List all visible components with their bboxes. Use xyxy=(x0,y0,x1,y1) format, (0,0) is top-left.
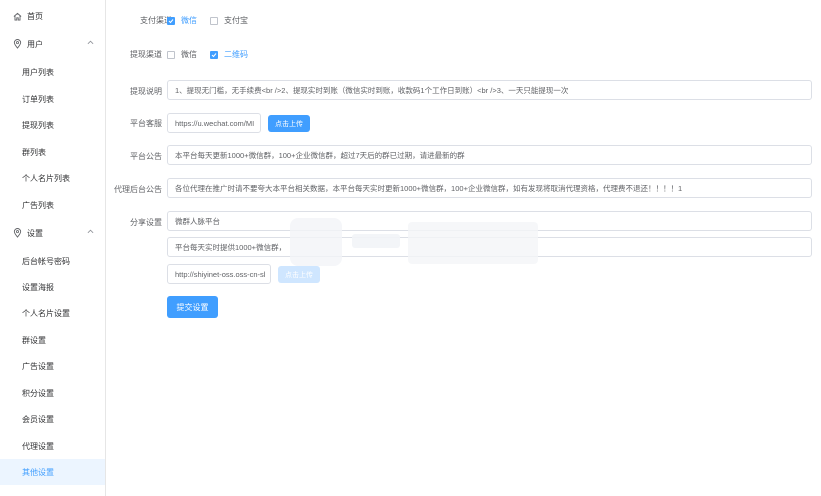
pay-channel-label: 支付渠道 xyxy=(140,16,172,25)
checkbox-label: 支付宝 xyxy=(224,16,248,25)
sidebar-item-label: 会员设置 xyxy=(22,414,54,424)
location-icon xyxy=(12,39,22,49)
platform-notice-label: 平台公告 xyxy=(130,152,162,161)
sidebar-item-label: 广告设置 xyxy=(22,361,54,371)
sidebar-group-label: 设置 xyxy=(27,228,43,238)
chevron-up-icon xyxy=(87,228,95,236)
sidebar-item-card-settings[interactable]: 个人名片设置 xyxy=(0,300,105,326)
platform-service-upload-button[interactable]: 点击上传 xyxy=(268,115,310,132)
sidebar-item-card-list[interactable]: 个人名片列表 xyxy=(0,165,105,191)
submit-settings-button[interactable]: 提交设置 xyxy=(167,296,218,318)
pay-channel-alipay-checkbox[interactable]: 支付宝 xyxy=(210,15,248,26)
home-icon xyxy=(12,11,22,21)
checkbox-label: 微信 xyxy=(181,16,197,25)
sidebar-item-label: 首页 xyxy=(27,11,43,21)
share-image-url-input[interactable]: http://shiyinet-oss.oss-cn-sl xyxy=(167,264,271,284)
withdraw-channel-wechat-checkbox[interactable]: 微信 xyxy=(167,49,197,60)
sidebar-item-user-list[interactable]: 用户列表 xyxy=(0,59,105,85)
sidebar-item-home[interactable]: 首页 xyxy=(0,3,105,29)
sidebar-item-points-settings[interactable]: 积分设置 xyxy=(0,380,105,406)
sidebar-item-label: 设置海报 xyxy=(22,282,54,292)
share-desc-input[interactable]: 平台每天实时提供1000+微信群， xyxy=(167,237,812,257)
withdraw-channel-qrcode-checkbox[interactable]: 二维码 xyxy=(210,49,248,60)
sidebar-item-label: 个人名片列表 xyxy=(22,173,70,183)
checkbox-label: 二维码 xyxy=(224,50,248,59)
sidebar-item-label: 代理设置 xyxy=(22,441,54,451)
agent-notice-label: 代理后台公告 xyxy=(114,185,162,194)
checkbox-label: 微信 xyxy=(181,50,197,59)
sidebar-item-label: 个人名片设置 xyxy=(22,308,70,318)
sidebar-item-ad-list[interactable]: 广告列表 xyxy=(0,192,105,218)
sidebar-item-label: 群设置 xyxy=(22,335,46,345)
sidebar-item-other-settings[interactable]: 其他设置 xyxy=(0,459,105,485)
sidebar-item-order-list[interactable]: 订单列表 xyxy=(0,86,105,112)
sidebar-item-label: 后台帐号密码 xyxy=(22,256,70,266)
share-title-input[interactable]: 微群人脉平台 xyxy=(167,211,812,231)
sidebar-group-settings[interactable]: 设置 xyxy=(0,220,105,246)
checkbox-box xyxy=(210,16,218,25)
sidebar-item-label: 提现列表 xyxy=(22,120,54,130)
sidebar-item-ad-settings[interactable]: 广告设置 xyxy=(0,353,105,379)
sidebar-group-user[interactable]: 用户 xyxy=(0,31,105,57)
sidebar-item-label: 其他设置 xyxy=(22,467,54,477)
sidebar: 首页 用户 用户列表 订单列表 提现列表 群列表 个人名片列表 广告列表 设置 … xyxy=(0,0,106,496)
sidebar-item-label: 用户列表 xyxy=(22,67,54,77)
checkbox-box xyxy=(167,50,175,59)
withdraw-channel-label: 提现渠道 xyxy=(130,50,162,59)
agent-notice-input[interactable]: 各位代理在推广时请不要夸大本平台相关数据，本平台每天实时更新1000+微信群，1… xyxy=(167,178,812,198)
sidebar-item-group-settings[interactable]: 群设置 xyxy=(0,327,105,353)
share-image-upload-button[interactable]: 点击上传 xyxy=(278,266,320,283)
pay-channel-wechat-checkbox[interactable]: 微信 xyxy=(167,15,197,26)
sidebar-item-agent-settings[interactable]: 代理设置 xyxy=(0,433,105,459)
check-icon xyxy=(210,50,218,59)
sidebar-item-label: 积分设置 xyxy=(22,388,54,398)
sidebar-item-withdraw-list[interactable]: 提现列表 xyxy=(0,112,105,138)
sidebar-item-label: 订单列表 xyxy=(22,94,54,104)
location-icon xyxy=(12,228,22,238)
withdraw-desc-input[interactable]: 1、提现无门槛，无手续费<br />2、提现实时到账（微信实时到账，收款码1个工… xyxy=(167,80,812,100)
sidebar-item-member-settings[interactable]: 会员设置 xyxy=(0,406,105,432)
chevron-up-icon xyxy=(87,39,95,47)
sidebar-item-label: 广告列表 xyxy=(22,200,54,210)
sidebar-item-poster-settings[interactable]: 设置海报 xyxy=(0,274,105,300)
withdraw-desc-label: 提现说明 xyxy=(130,87,162,96)
platform-service-label: 平台客服 xyxy=(130,119,162,128)
sidebar-item-group-list[interactable]: 群列表 xyxy=(0,139,105,165)
platform-service-input[interactable]: https://u.wechat.com/MI xyxy=(167,113,261,133)
check-icon xyxy=(167,16,175,25)
sidebar-item-admin-password[interactable]: 后台帐号密码 xyxy=(0,248,105,274)
share-settings-label: 分享设置 xyxy=(130,218,162,227)
sidebar-item-label: 群列表 xyxy=(22,147,46,157)
sidebar-group-label: 用户 xyxy=(27,39,43,49)
platform-notice-input[interactable]: 本平台每天更新1000+微信群，100+企业微信群，超过7天后的群已过期，请进最… xyxy=(167,145,812,165)
